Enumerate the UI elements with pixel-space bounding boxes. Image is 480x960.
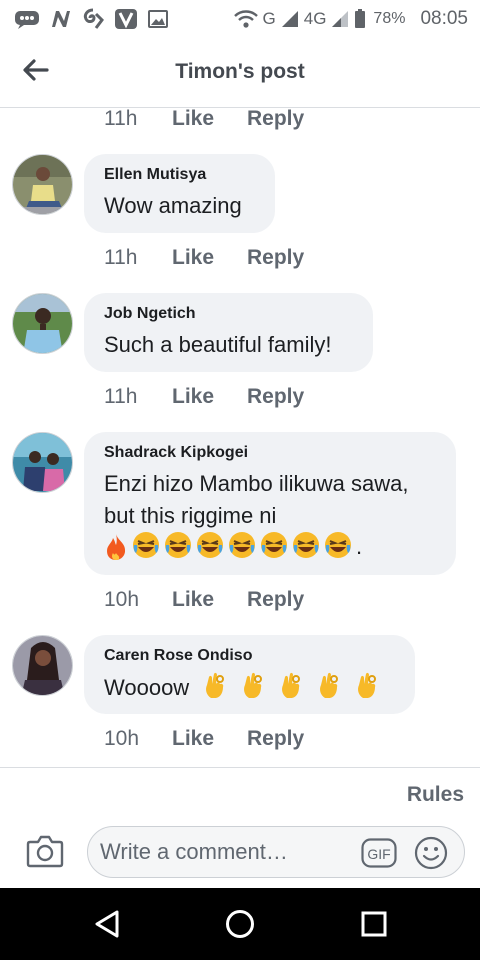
comment-text-line: but this riggime ni bbox=[104, 503, 277, 528]
reply-button[interactable]: Reply bbox=[247, 385, 304, 409]
signal-icon-2 bbox=[331, 10, 349, 28]
page-title: Timon's post bbox=[175, 60, 305, 83]
comment-author[interactable]: Ellen Mutisya bbox=[104, 166, 255, 184]
comment-actions: 10h Like Reply bbox=[104, 588, 304, 612]
smiley-icon bbox=[414, 836, 448, 870]
clock: 08:05 bbox=[420, 8, 468, 29]
comment-bubble[interactable]: Caren Rose Ondiso Woooow bbox=[84, 635, 415, 714]
avatar[interactable] bbox=[12, 154, 73, 215]
comment-bubble[interactable]: Ellen Mutisya Wow amazing bbox=[84, 154, 275, 233]
like-button[interactable]: Like bbox=[172, 727, 247, 751]
like-button[interactable]: Like bbox=[172, 588, 247, 612]
like-button[interactable]: Like bbox=[172, 109, 247, 131]
comments-feed[interactable]: 11h Like Reply Ellen Mutisya Wow amazing… bbox=[0, 109, 480, 767]
battery-icon bbox=[354, 9, 366, 29]
rules-link[interactable]: Rules bbox=[407, 783, 464, 807]
comment-text-line: Enzi hizo Mambo ilikuwa sawa, bbox=[104, 471, 409, 496]
comment-time: 11h bbox=[104, 385, 138, 408]
comment-bubble[interactable]: Job Ngetich Such a beautiful family! bbox=[84, 293, 373, 372]
laughing-emoji-icon bbox=[260, 531, 288, 564]
ok-hand-emoji-icon bbox=[279, 671, 303, 704]
comment-text: Wow amazing bbox=[104, 193, 242, 218]
comment-input[interactable] bbox=[100, 839, 360, 865]
battery-percent: 78% bbox=[373, 10, 406, 27]
nav-back-button[interactable] bbox=[89, 906, 125, 942]
comment-time: 11h bbox=[104, 246, 138, 269]
system-nav-bar bbox=[0, 888, 480, 960]
image-notification-icon bbox=[148, 10, 168, 28]
comment-bubble[interactable]: Shadrack Kipkogei Enzi hizo Mambo ilikuw… bbox=[84, 432, 456, 575]
like-button[interactable]: Like bbox=[172, 385, 247, 409]
comment-text: Woooow bbox=[104, 674, 190, 700]
ok-hand-emoji-icon bbox=[317, 671, 341, 704]
header: Timon's post bbox=[0, 38, 480, 108]
reply-button[interactable]: Reply bbox=[247, 727, 304, 751]
fire-emoji-icon bbox=[107, 534, 126, 560]
camera-button[interactable] bbox=[26, 834, 64, 868]
reply-button[interactable]: Reply bbox=[247, 109, 304, 131]
comment-time: 11h bbox=[104, 109, 138, 130]
wifi-icon bbox=[233, 10, 258, 28]
laughing-emoji-icon bbox=[324, 531, 352, 564]
chat-notification-icon bbox=[14, 9, 40, 29]
comment-author[interactable]: Shadrack Kipkogei bbox=[104, 444, 436, 462]
ok-hand-emoji-icon bbox=[203, 671, 227, 704]
reply-button[interactable]: Reply bbox=[247, 246, 304, 270]
ok-hand-emoji-icon bbox=[355, 671, 379, 704]
nav-recents-button[interactable] bbox=[356, 906, 392, 942]
comment-text-suffix: . bbox=[356, 534, 363, 559]
status-bar: G 4G 78% 08:05 bbox=[0, 0, 480, 38]
avatar[interactable] bbox=[12, 432, 73, 493]
comment-actions: 11h Like Reply bbox=[104, 109, 304, 131]
laughing-emoji-icon bbox=[228, 531, 256, 564]
comment-author[interactable]: Job Ngetich bbox=[104, 305, 353, 323]
emoji-button[interactable] bbox=[414, 836, 448, 870]
laughing-emoji-icon bbox=[132, 531, 160, 564]
comment-author[interactable]: Caren Rose Ondiso bbox=[104, 647, 395, 665]
avatar[interactable] bbox=[12, 293, 73, 354]
gif-label: GIF bbox=[367, 846, 390, 862]
signal-icon bbox=[281, 10, 299, 28]
network-label-4g: 4G bbox=[303, 9, 327, 28]
camera-icon bbox=[26, 835, 64, 868]
comment-input-box[interactable]: GIF bbox=[87, 826, 465, 878]
v-app-icon bbox=[114, 8, 138, 30]
comment-actions: 10h Like Reply bbox=[104, 727, 304, 751]
comment-time: 10h bbox=[104, 727, 140, 750]
circle-home-icon bbox=[226, 910, 254, 938]
laughing-emoji-icon bbox=[196, 531, 224, 564]
notification-icons bbox=[14, 8, 168, 30]
gif-button[interactable]: GIF bbox=[361, 838, 397, 868]
network-label-g: G bbox=[262, 9, 276, 28]
avatar[interactable] bbox=[12, 635, 73, 696]
like-button[interactable]: Like bbox=[172, 246, 247, 270]
footer-divider bbox=[0, 767, 480, 768]
n-app-icon bbox=[50, 9, 72, 29]
triangle-back-icon bbox=[95, 910, 119, 938]
comment-text: Such a beautiful family! bbox=[104, 332, 332, 357]
swirl-app-icon bbox=[82, 8, 104, 30]
comment-content: Woooow bbox=[104, 671, 395, 704]
square-recents-icon bbox=[361, 911, 387, 937]
reply-button[interactable]: Reply bbox=[247, 588, 304, 612]
emoji-row: . bbox=[104, 531, 436, 564]
ok-hand-emoji-icon bbox=[241, 671, 265, 704]
comment-actions: 11h Like Reply bbox=[104, 246, 304, 270]
laughing-emoji-icon bbox=[164, 531, 192, 564]
nav-home-button[interactable] bbox=[222, 906, 258, 942]
comment-actions: 11h Like Reply bbox=[104, 385, 304, 409]
comment-time: 10h bbox=[104, 588, 140, 611]
laughing-emoji-icon bbox=[292, 531, 320, 564]
system-indicators: G 4G 78% 08:05 bbox=[233, 8, 468, 30]
